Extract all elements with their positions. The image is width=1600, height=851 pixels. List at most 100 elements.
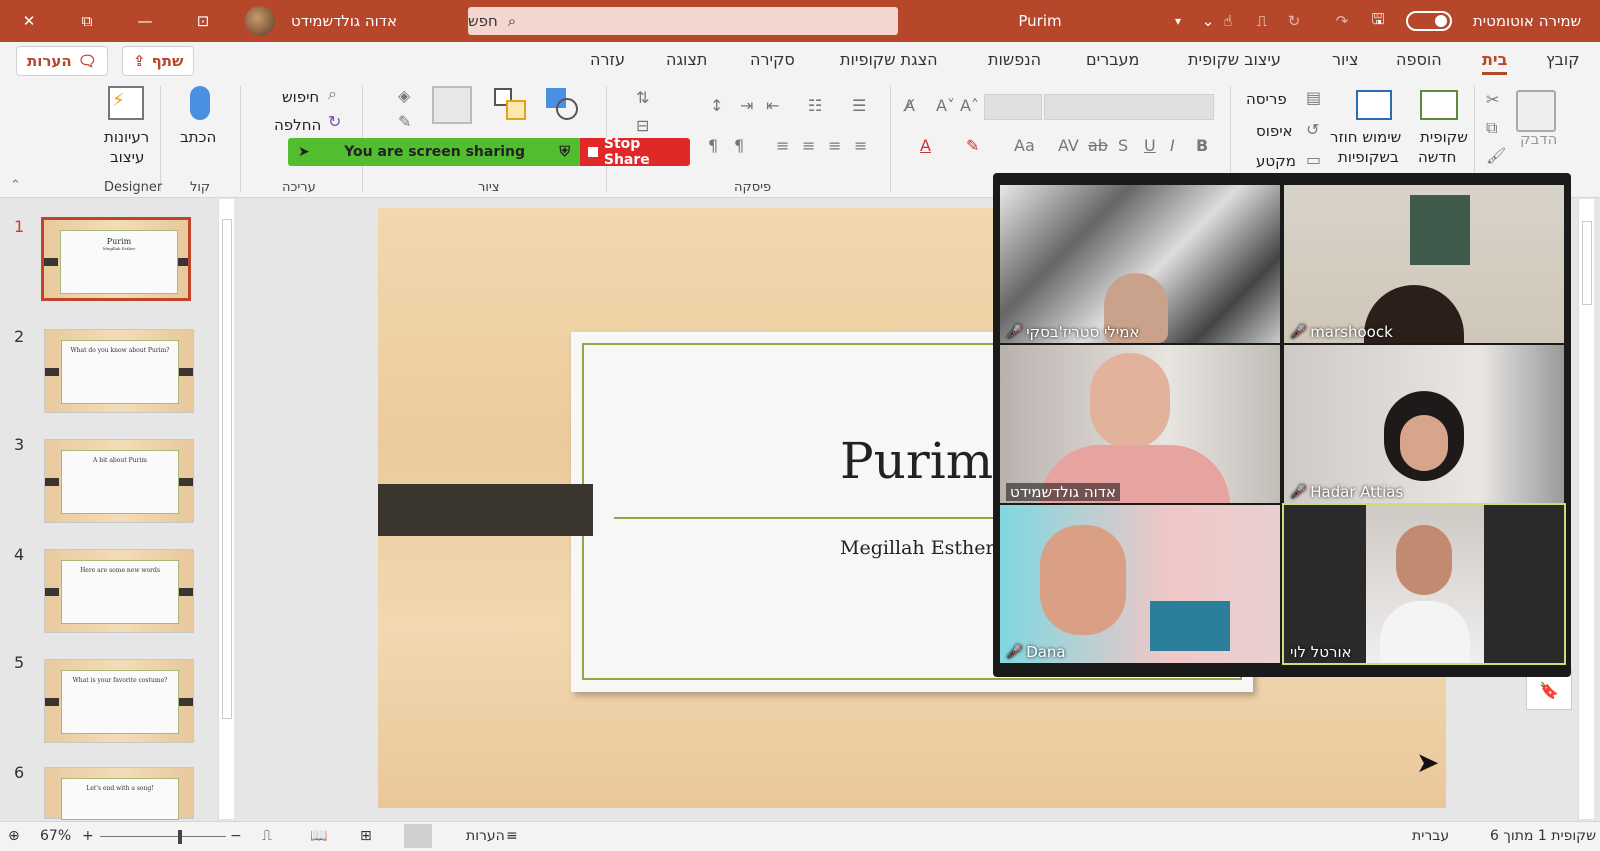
language[interactable]: עברית [1412, 828, 1449, 844]
arrange-icon[interactable] [494, 88, 528, 120]
align-right-icon[interactable]: ≡ [854, 136, 867, 155]
shapes-icon[interactable] [546, 88, 580, 120]
outdent-icon[interactable]: ⇥ [740, 96, 753, 115]
slide-thumbnail-1[interactable]: Purim Megillah Esther [0, 217, 200, 309]
fit-slide-icon[interactable]: ⊕ [8, 828, 20, 844]
ltr-icon[interactable]: ¶ [708, 136, 718, 155]
screen-share-indicator[interactable]: ➤ You are screen sharing ⛨ [288, 138, 580, 166]
align-left-icon[interactable]: ≡ [802, 136, 815, 155]
autosave-toggle[interactable] [1406, 11, 1452, 31]
redo-icon[interactable]: ↻ [1282, 0, 1306, 42]
underline-icon[interactable]: U [1144, 136, 1156, 155]
align-center-icon[interactable]: ≡ [828, 136, 841, 155]
scroll-thumb[interactable] [1582, 221, 1592, 305]
numbering-icon[interactable]: ☷ [808, 96, 822, 115]
char-spacing-icon[interactable]: AV [1058, 136, 1079, 155]
tab-transitions[interactable]: מעברים [1086, 50, 1139, 69]
tab-home[interactable]: בית [1482, 50, 1508, 75]
reading-view-icon[interactable]: 📖 [310, 828, 327, 844]
find-button[interactable]: חיפוש [282, 88, 319, 106]
new-slide-label-2[interactable]: חדשה [1418, 148, 1456, 166]
slide-sorter-icon[interactable]: ⊞ [360, 828, 372, 844]
align-text-icon[interactable]: ⊟ [636, 116, 649, 135]
participant-tile[interactable]: 🎤̸ Hadar Attias [1284, 345, 1564, 503]
bullets-icon[interactable]: ☰ [852, 96, 866, 115]
chevron-down-icon[interactable]: ⌄ [1198, 0, 1218, 42]
font-size-field[interactable] [984, 94, 1042, 120]
dictate-button[interactable]: הכתב [180, 128, 216, 146]
rtl-icon[interactable]: ¶ [734, 136, 744, 155]
replace-button[interactable]: החלפה [274, 116, 321, 134]
participant-tile[interactable]: 🎤̸ Dana [1000, 505, 1280, 663]
strikethrough-icon[interactable]: ab [1088, 136, 1108, 155]
minimize-icon[interactable]: — [130, 0, 160, 42]
collapse-ribbon-icon[interactable]: ⌃ [10, 178, 21, 193]
save-icon[interactable]: 🖫 [1366, 0, 1390, 42]
indent-icon[interactable]: ⇤ [766, 96, 779, 115]
text-direction-icon[interactable]: ⇅ [636, 88, 649, 107]
quick-styles-icon[interactable] [432, 86, 472, 124]
undo-icon[interactable]: ↷ [1330, 0, 1354, 42]
slide-subtitle[interactable]: Megillah Esther [840, 537, 995, 559]
slide-title[interactable]: Purim [840, 432, 993, 490]
slide-thumbnail-5[interactable]: What is your favorite costume? [44, 659, 194, 743]
decrease-font-icon[interactable]: A˅ [936, 96, 955, 115]
reuse-slides-label[interactable]: שימוש חוזר [1330, 128, 1401, 146]
touch-mode-icon[interactable]: ☝ [1218, 0, 1238, 42]
zoom-out-icon[interactable]: − [230, 828, 242, 844]
present-icon[interactable]: ⊡ [188, 0, 218, 42]
participant-tile[interactable]: 🎤̸ marshoock [1284, 185, 1564, 343]
new-slide-icon[interactable] [1420, 90, 1458, 120]
copy-icon[interactable]: ⧉ [1486, 118, 1497, 138]
shadow-icon[interactable]: S [1118, 136, 1128, 155]
slide-thumbnail-6[interactable]: Let's end with a song! [44, 767, 194, 820]
tab-insert[interactable]: הוספה [1396, 50, 1442, 69]
avatar[interactable] [245, 6, 275, 36]
tab-file[interactable]: קובץ [1546, 50, 1580, 69]
reset-button[interactable]: איפוס [1256, 122, 1293, 140]
design-ideas-icon[interactable]: ⚡ [108, 86, 144, 120]
reuse-slides-label-2[interactable]: בשקופיות [1338, 148, 1399, 166]
restore-icon[interactable]: ⧉ [72, 0, 102, 42]
slide-thumbnail-3[interactable]: A bit about Purim [44, 439, 194, 523]
paste-icon[interactable] [1516, 90, 1556, 132]
layout-button[interactable]: פריסה [1246, 90, 1287, 108]
notes-icon[interactable]: ≡ [506, 828, 518, 844]
tab-slideshow[interactable]: הצגת שקופיות [840, 50, 938, 69]
tab-animations[interactable]: הנפשות [988, 50, 1041, 69]
clear-format-icon[interactable]: A̸ [904, 96, 915, 115]
reuse-slides-icon[interactable] [1356, 90, 1392, 120]
design-ideas-label-2[interactable]: עיצוב [110, 148, 144, 166]
presenter-view-icon[interactable]: ⎍ [262, 828, 272, 844]
share-button[interactable]: ⇪ שתף [122, 46, 195, 76]
increase-font-icon[interactable]: A˄ [960, 96, 979, 115]
shape-fill-icon[interactable]: ◈ [398, 86, 410, 105]
participant-tile[interactable]: אדוה גולדשמידט [1000, 345, 1280, 503]
slideshow-icon[interactable]: ⎍ [1250, 0, 1274, 42]
comments-button[interactable]: הערות 🗨 [16, 46, 108, 76]
design-ideas-label[interactable]: רעיונות [104, 128, 149, 146]
participant-tile-active-speaker[interactable]: אורטל לוי [1282, 503, 1566, 665]
format-painter-icon[interactable]: 🖌 [1486, 146, 1506, 165]
zoom-level[interactable]: 67% [40, 828, 71, 844]
tab-review[interactable]: סקירה [750, 50, 795, 69]
change-case-icon[interactable]: Aa [1014, 136, 1035, 155]
stop-share-button[interactable]: Stop Share [580, 136, 690, 168]
font-name-field[interactable] [1044, 94, 1214, 120]
customize-toolbar-icon[interactable]: ▾ [1168, 0, 1188, 42]
line-spacing-icon[interactable]: ↕ [710, 96, 723, 115]
tab-view[interactable]: תצוגה [666, 50, 707, 69]
tab-help[interactable]: עזרה [590, 50, 625, 69]
justify-icon[interactable]: ≡ [776, 136, 789, 155]
normal-view-icon[interactable] [404, 824, 432, 848]
slide-thumbnail-4[interactable]: Here are some new words [44, 549, 194, 633]
scroll-thumb[interactable] [222, 219, 232, 719]
zoom-slider-thumb[interactable] [178, 830, 182, 844]
cut-icon[interactable]: ✂ [1486, 90, 1499, 109]
search-box[interactable]: ⌕ חפש [468, 7, 898, 35]
shape-outline-icon[interactable]: ✎ [398, 112, 411, 131]
slide-scrollbar[interactable] [1578, 199, 1594, 819]
zoom-slider[interactable] [100, 836, 226, 837]
tab-design[interactable]: עיצוב שקופית [1188, 50, 1281, 69]
new-slide-label[interactable]: שקופית [1420, 128, 1468, 146]
